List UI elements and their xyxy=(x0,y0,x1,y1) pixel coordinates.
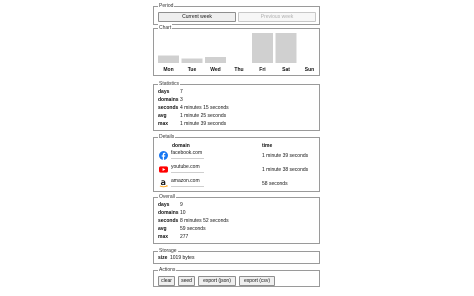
details-fieldset: Details domain time facebook.com 1 minut… xyxy=(153,133,320,192)
period-legend: Period xyxy=(158,2,175,10)
stat-value: 10 xyxy=(180,210,186,216)
overall-row-seconds: seconds 8 minutes 52 seconds xyxy=(158,218,229,225)
domain-time: 58 seconds xyxy=(262,181,288,187)
stat-key: max xyxy=(158,234,169,240)
amazon-icon xyxy=(159,180,168,188)
stat-key: size xyxy=(158,255,168,261)
chart-tick-label: Thu xyxy=(234,67,243,73)
stat-row-max: max 1 minute 39 seconds xyxy=(158,121,226,128)
clear-button[interactable]: clear xyxy=(158,276,175,286)
stat-row-seconds: seconds 4 minutes 15 seconds xyxy=(158,105,229,112)
statistics-legend: Statistics xyxy=(158,80,181,88)
chart-bar-sat xyxy=(275,33,297,63)
domain-time: 1 minute 39 seconds xyxy=(262,153,309,159)
details-row-youtube: youtube.com 1 minute 38 seconds xyxy=(158,163,316,177)
statistics-fieldset: Statistics days 7 domains3 seconds 4 minut… xyxy=(153,80,320,131)
seed-button[interactable]: seed xyxy=(178,276,195,286)
export-csv-button[interactable]: export (csv) xyxy=(239,276,275,286)
domain-bar xyxy=(171,172,204,173)
stat-key: domains xyxy=(158,210,179,216)
storage-row-size: size 1019 bytes xyxy=(158,255,194,262)
chart-tick-label: Mon xyxy=(163,67,173,73)
domain-name: youtube.com xyxy=(171,164,200,170)
stat-value: 3 xyxy=(180,97,183,103)
domain-bar xyxy=(171,186,204,187)
previous-week-button[interactable]: Previous week xyxy=(238,12,316,22)
chart-tick-label: Tue xyxy=(188,67,197,73)
overall-row-avg: avg 59 seconds xyxy=(158,226,206,233)
domain-name: amazon.com xyxy=(171,178,200,184)
domain-time: 1 minute 38 seconds xyxy=(262,167,309,173)
stat-key: avg xyxy=(158,113,167,119)
period-fieldset: Period Current week Previous week xyxy=(153,2,320,25)
stat-value: 9 xyxy=(180,202,183,208)
chart-tick-label: Wed xyxy=(210,67,220,73)
chart-bar-fri xyxy=(252,33,273,63)
stat-key: seconds xyxy=(158,105,179,111)
chart-bar-tue xyxy=(181,58,203,63)
details-legend: Details xyxy=(158,133,176,141)
stat-value: 7 xyxy=(180,89,183,95)
stat-value: 1019 bytes xyxy=(170,255,195,261)
overall-legend: Overall xyxy=(158,193,176,201)
stat-row-days: days 7 xyxy=(158,89,183,96)
stat-value: 1 minute 39 seconds xyxy=(180,121,227,127)
overall-row-days: days 9 xyxy=(158,202,183,209)
chart-bar-wed xyxy=(205,57,226,63)
export-json-button[interactable]: export (json) xyxy=(198,276,236,286)
stat-key: seconds xyxy=(158,218,179,224)
current-week-button[interactable]: Current week xyxy=(158,12,236,22)
stat-key: avg xyxy=(158,226,167,232)
overall-row-max: max 277 xyxy=(158,234,188,241)
stat-value: 8 minutes 52 seconds xyxy=(180,218,229,224)
details-row-amazon: amazon.com 58 seconds xyxy=(158,177,316,191)
stat-value: 1 minute 25 seconds xyxy=(180,113,227,119)
stat-value: 59 seconds xyxy=(180,226,206,232)
chart-tick-label: Sat xyxy=(282,67,290,73)
weekly-bar-chart: Mon Tue Wed Thu Fri Sat Sun xyxy=(158,33,314,73)
chart-fieldset: Chart Mon Tue Wed Thu Fri Sat Sun xyxy=(153,24,320,76)
domain-name: facebook.com xyxy=(171,150,203,156)
chart-tick-label: Fri xyxy=(259,67,266,73)
actions-legend: Actions xyxy=(158,266,177,274)
overall-row-domains: domains10 xyxy=(158,210,186,217)
storage-legend: Storage xyxy=(158,247,178,255)
stat-key: days xyxy=(158,202,170,208)
stat-key: days xyxy=(158,89,170,95)
youtube-icon xyxy=(159,166,168,173)
chart-tick-label: Sun xyxy=(305,67,314,73)
facebook-icon xyxy=(159,151,168,160)
chart-bar-mon xyxy=(158,55,179,63)
stat-row-domains: domains3 xyxy=(158,97,183,104)
stat-key: max xyxy=(158,121,169,127)
overall-fieldset: Overall days 9 domains10 seconds 8 minutes… xyxy=(153,193,320,244)
stat-value: 277 xyxy=(180,234,189,240)
details-row-facebook: facebook.com 1 minute 39 seconds xyxy=(158,149,316,163)
stat-key: domains xyxy=(158,97,179,103)
storage-fieldset: Storage size 1019 bytes xyxy=(153,247,320,264)
domain-bar xyxy=(171,158,204,159)
actions-fieldset: Actions clear seed export (json) export … xyxy=(153,266,320,287)
stat-value: 4 minutes 15 seconds xyxy=(180,105,229,111)
stat-row-avg: avg 1 minute 25 seconds xyxy=(158,113,226,120)
